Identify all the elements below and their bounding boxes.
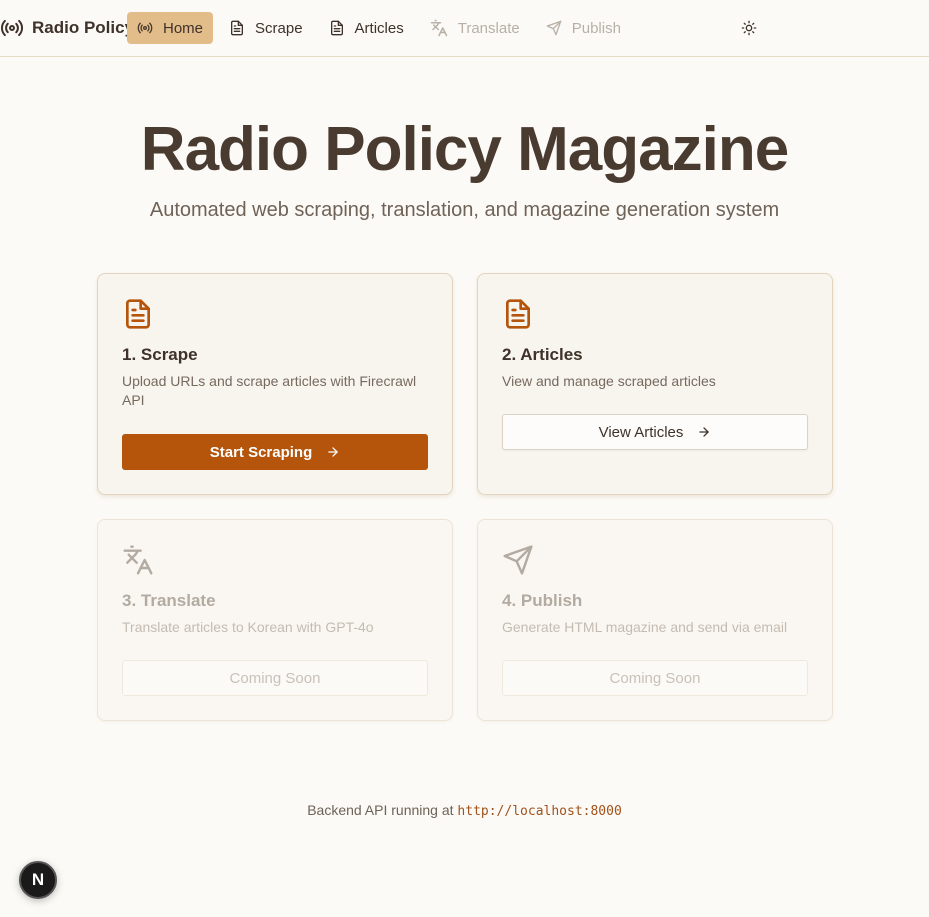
send-icon (546, 20, 562, 36)
sun-icon (741, 20, 757, 36)
card-title: 4. Publish (502, 591, 583, 610)
button-label: Coming Soon (229, 669, 321, 687)
nav-label-publish: Publish (571, 19, 621, 37)
backend-status-note: Backend API running at http://localhost:… (0, 802, 929, 819)
card-title: 3. Translate (122, 591, 216, 610)
brand[interactable]: Radio Policy (0, 12, 134, 44)
badge-letter: N (31, 870, 45, 889)
card-scrape: 1. Scrape Upload URLs and scrape article… (97, 273, 453, 495)
theme-toggle-button[interactable] (736, 16, 762, 40)
card-title: 1. Scrape (122, 345, 198, 364)
arrow-right-icon (328, 447, 338, 457)
card-publish: 4. Publish Generate HTML magazine and se… (477, 519, 833, 721)
page-title: Radio Policy Magazine (140, 115, 789, 184)
arrow-right-icon (699, 427, 710, 437)
nav-item-publish[interactable]: Publish (536, 12, 631, 44)
coming-soon-button[interactable]: Coming Soon (502, 660, 808, 696)
coming-soon-button[interactable]: Coming Soon (122, 660, 428, 696)
card-translate: 3. Translate Translate articles to Korea… (97, 519, 453, 721)
nav-item-translate[interactable]: Translate (420, 12, 530, 44)
translate-icon (430, 19, 447, 37)
backend-url: http://localhost:8000 (457, 804, 622, 819)
nav-label-scrape: Scrape (255, 19, 303, 37)
card-title: 2. Articles (502, 345, 583, 364)
nextjs-dev-badge[interactable]: N (19, 861, 57, 899)
send-icon (503, 545, 533, 575)
top-navbar: Radio Policy Home Scrape Articles Transl… (0, 0, 929, 57)
button-label: View Articles (598, 423, 684, 441)
document-icon (506, 299, 530, 329)
backend-status-prefix: Backend API running at (307, 802, 454, 818)
nav-item-articles[interactable]: Articles (319, 12, 414, 44)
card-description: Upload URLs and scrape articles with Fir… (122, 373, 417, 408)
start-scraping-button[interactable]: Start Scraping (122, 434, 428, 470)
nav-item-scrape[interactable]: Scrape (219, 12, 313, 44)
button-label: Coming Soon (609, 669, 701, 687)
card-articles: 2. Articles View and manage scraped arti… (477, 273, 833, 495)
brand-name: Radio Policy (32, 18, 135, 37)
document-icon (231, 20, 244, 36)
button-label: Start Scraping (209, 443, 313, 461)
nav-label-translate: Translate (457, 19, 520, 37)
page-subtitle: Automated web scraping, translation, and… (149, 199, 780, 221)
card-description: View and manage scraped articles (502, 373, 716, 389)
view-articles-button[interactable]: View Articles (502, 414, 808, 450)
document-icon (330, 20, 343, 36)
translate-icon (123, 545, 153, 575)
card-description: Translate articles to Korean with GPT-4o (122, 619, 374, 635)
radio-broadcast-icon (137, 22, 153, 34)
card-description: Generate HTML magazine and send via emai… (502, 619, 788, 635)
radio-broadcast-icon (0, 16, 24, 40)
nav-label-home: Home (163, 19, 204, 37)
nav-label-articles: Articles (354, 19, 404, 37)
nav-item-home[interactable]: Home (127, 12, 214, 44)
document-icon (126, 299, 150, 329)
main-nav: Home Scrape Articles Translate Publish (127, 12, 637, 44)
